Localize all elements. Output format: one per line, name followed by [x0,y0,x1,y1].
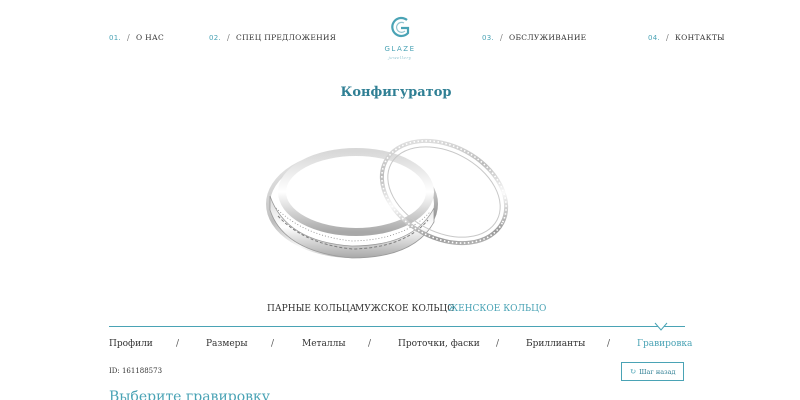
configuration-id: ID: 161188573 [109,367,163,375]
step-separator: / [496,339,500,349]
nav-label: ОБСЛУЖИВАНИЕ [509,33,587,42]
nav-separator: / [127,33,131,42]
brand-logo[interactable]: GLAZE jewellery [370,14,430,66]
chevron-down-icon [654,322,668,331]
logo-subtext: jewellery [388,55,412,60]
nav-number: 02. [209,33,222,42]
nav-separator: / [666,33,670,42]
nav-item-contacts[interactable]: 04. / КОНТАКТЫ [648,33,725,42]
page-title: Конфигуратор [340,85,452,100]
step-separator: / [607,339,611,349]
step-profiles[interactable]: Профили [109,339,153,349]
tab-mens-ring[interactable]: МУЖСКОЕ КОЛЬЦО [355,304,455,314]
tab-womens-ring[interactable]: ЖЕНСКОЕ КОЛЬЦО [448,304,546,314]
glaze-logo-icon [391,16,410,38]
logo-text: GLAZE [384,45,416,53]
nav-label: О НАС [136,33,165,42]
step-back-label: Шаг назад [639,367,676,376]
refresh-icon: ↻ [629,366,637,376]
nav-item-special-offers[interactable]: 02. / СПЕЦ ПРЕДЛОЖЕНИЯ [209,33,336,42]
step-separator: / [271,339,275,349]
step-metals[interactable]: Металлы [302,339,345,349]
tab-pair-rings[interactable]: ПАРНЫЕ КОЛЬЦА [267,304,356,314]
nav-separator: / [500,33,504,42]
step-engraving[interactable]: Гравировка [637,339,692,349]
tabs-divider [109,326,685,327]
nav-item-service[interactable]: 03. / ОБСЛУЖИВАНИЕ [482,33,586,42]
nav-item-about[interactable]: 01. / О НАС [109,33,164,42]
step-separator: / [176,339,180,349]
step-back-button[interactable]: ↻ Шаг назад [621,362,684,381]
nav-number: 01. [109,33,122,42]
section-title: Выберите гравировку [109,389,271,400]
nav-number: 04. [648,33,661,42]
step-sizes[interactable]: Размеры [206,339,248,349]
nav-label: КОНТАКТЫ [675,33,725,42]
step-grooves[interactable]: Проточки, фаски [398,339,480,349]
nav-number: 03. [482,33,495,42]
step-diamonds[interactable]: Бриллианты [526,339,585,349]
rings-product-image [266,138,509,259]
nav-label: СПЕЦ ПРЕДЛОЖЕНИЯ [236,33,337,42]
nav-separator: / [227,33,231,42]
step-separator: / [368,339,372,349]
